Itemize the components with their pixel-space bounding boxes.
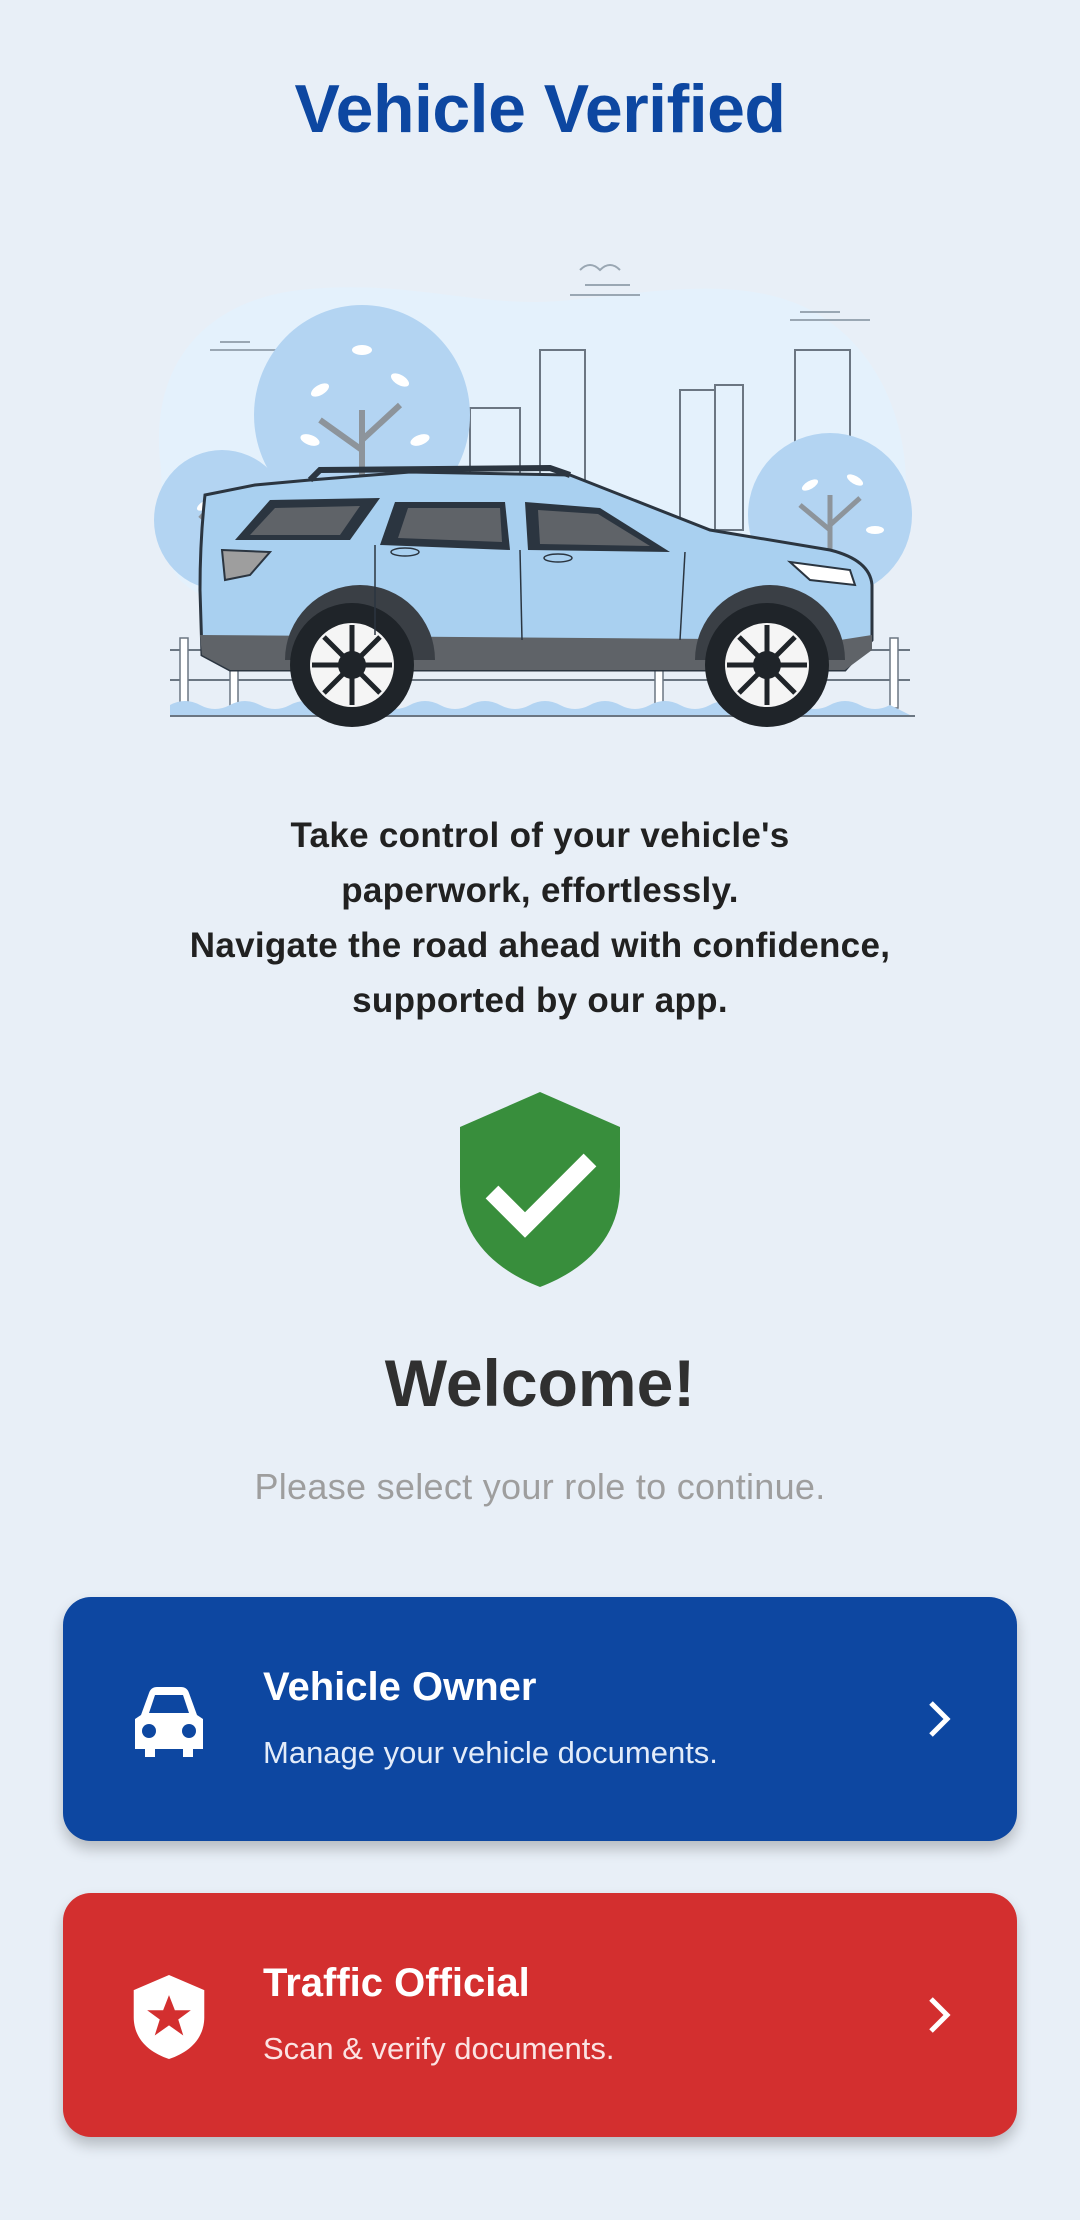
- welcome-subtitle: Please select your role to continue.: [254, 1466, 826, 1507]
- role-title: Traffic Official: [263, 1961, 530, 2005]
- tagline-line-4: supported by our app.: [352, 981, 728, 1020]
- traffic-official-button[interactable]: Traffic Official Scan & verify documents…: [63, 1893, 1017, 2137]
- role-description: Manage your vehicle documents.: [263, 1735, 718, 1770]
- vehicle-owner-button[interactable]: Vehicle Owner Manage your vehicle docume…: [63, 1597, 1017, 1841]
- verified-shield-icon: [460, 1092, 620, 1287]
- chevron-right-icon: [929, 1997, 951, 2033]
- tagline-line-1: Take control of your vehicle's: [290, 816, 790, 855]
- car-city-illustration: [154, 264, 915, 727]
- car-icon: [135, 1687, 203, 1757]
- tagline: Take control of your vehicle's paperwork…: [100, 808, 980, 1028]
- tagline-line-2: paperwork, effortlessly.: [341, 871, 739, 910]
- welcome-title: Welcome!: [384, 1346, 696, 1420]
- shield-star-icon: [133, 1975, 205, 2059]
- role-title: Vehicle Owner: [263, 1665, 537, 1709]
- app-title: Vehicle Verified: [294, 71, 786, 147]
- role-description: Scan & verify documents.: [263, 2031, 615, 2066]
- tagline-line-3: Navigate the road ahead with confidence,: [189, 926, 891, 965]
- chevron-right-icon: [929, 1701, 951, 1737]
